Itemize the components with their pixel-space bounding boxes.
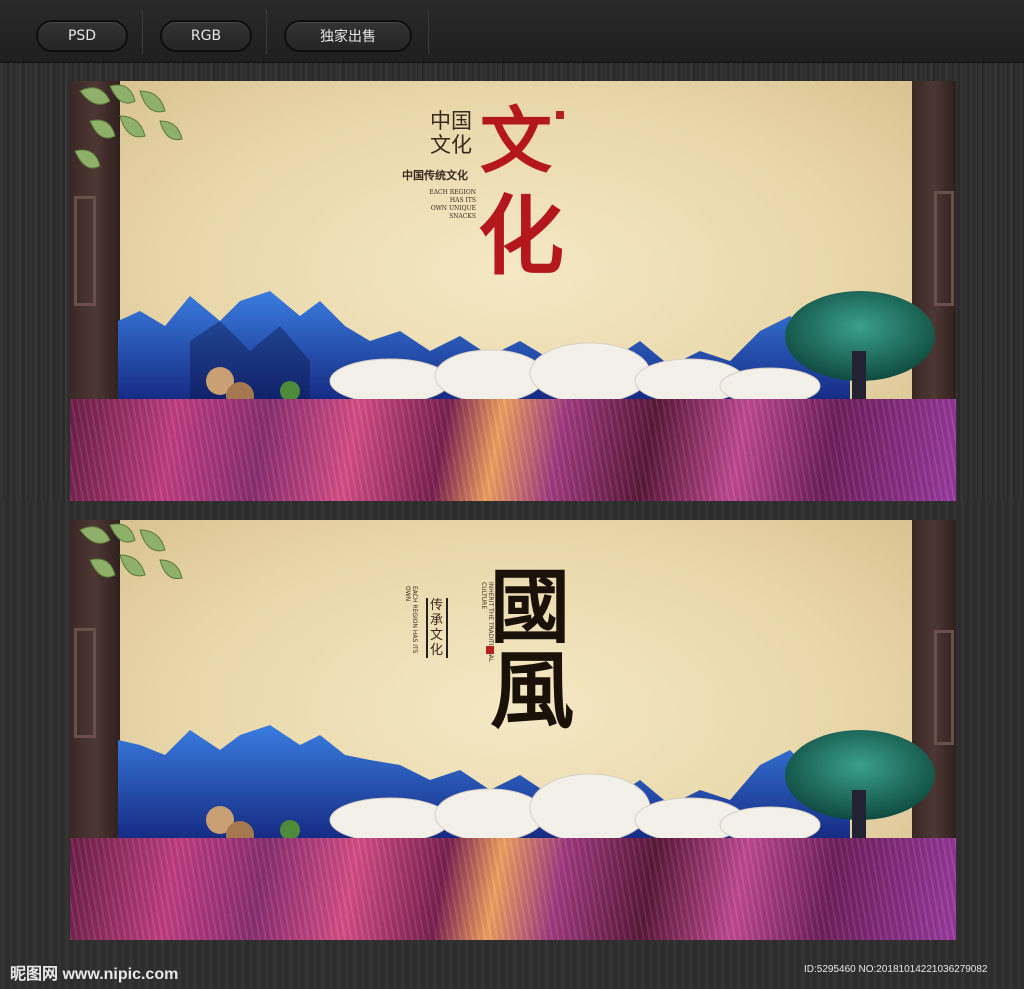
small-title-zhongguo: 中国 [430,109,472,133]
red-seal-stamp [556,111,564,119]
english-line: OWN UNIQUE SNACKS [430,205,476,220]
big-calligraphy-hua: 化 [478,186,564,287]
banner-panel-1: 中国 文化 中国传统文化 EACH REGION HAS ITS OWN UNI… [70,81,956,501]
toolbar-separator [142,10,143,54]
purple-silk-waves-illustration [70,399,956,501]
rgb-badge[interactable]: RGB [160,20,252,52]
psd-badge[interactable]: PSD [36,20,128,52]
big-calligraphy-wen: 文 [480,98,553,183]
exclusive-sale-badge[interactable]: 独家出售 [284,20,412,52]
english-line: HAS ITS [449,197,476,204]
toolbar-separator [428,10,429,54]
mountain-landscape-illustration [118,291,935,411]
subtitle-chuancheng: 传承文化 [426,598,448,658]
small-title-wenhua: 文化 [430,133,472,157]
english-caption: EACH REGION HAS ITS OWN UNIQUE SNACKS [416,189,476,221]
top-toolbar: PSD RGB 独家出售 [0,0,1024,63]
toolbar-separator [266,10,267,54]
ginkgo-leaves-illustration [74,84,183,169]
ginkgo-leaves-illustration [79,523,183,580]
vertical-english-text: EACH REGION HAS ITS OWN [404,586,418,654]
image-id-text: ID:5295460 NO:20181014221036279082 [804,964,988,975]
site-logo: 昵图网 www.nipic.com [10,966,179,983]
purple-silk-waves-illustration [70,838,956,940]
mountain-landscape-illustration [118,725,935,850]
subtitle: 中国传统文化 [402,169,468,182]
big-calligraphy-guo: 國 [490,560,570,654]
english-line: EACH REGION [429,189,476,196]
banner-panel-2: EACH REGION HAS ITS OWN INHERIT THE TRAD… [70,520,956,940]
